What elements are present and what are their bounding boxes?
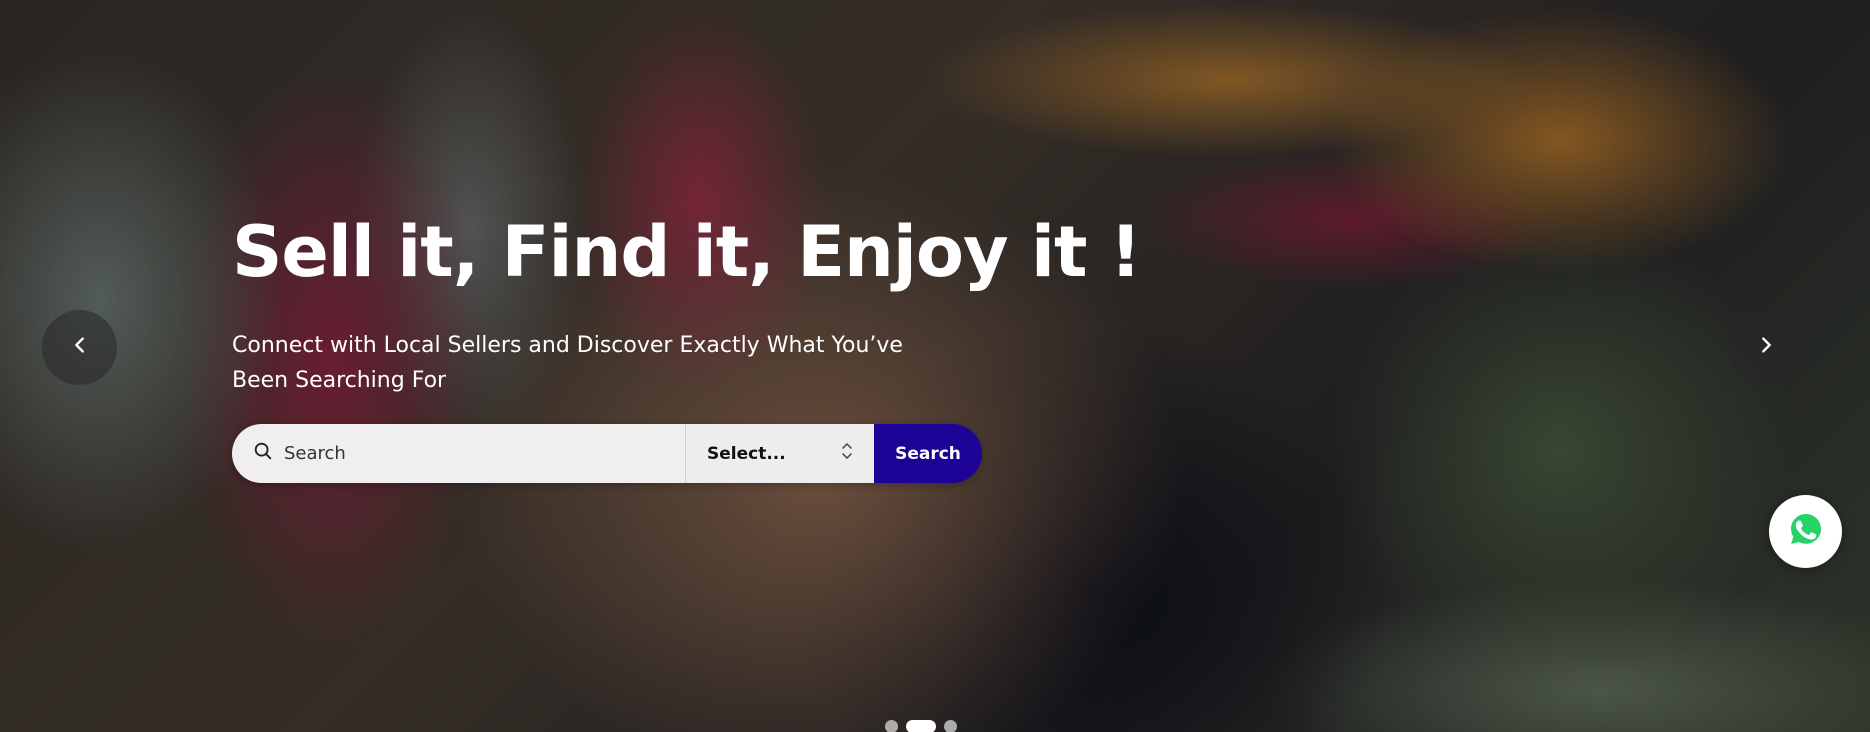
category-select[interactable]: Select... xyxy=(686,424,874,483)
search-bar: Select... Search xyxy=(232,424,982,483)
chevron-left-icon xyxy=(69,334,91,361)
carousel-prev-button[interactable] xyxy=(42,310,117,385)
carousel-indicators xyxy=(885,720,957,732)
chevron-right-icon xyxy=(1755,334,1777,361)
carousel-dot[interactable] xyxy=(944,720,957,732)
hero-banner: Sell it, Find it, Enjoy it ! Connect wit… xyxy=(0,0,1870,732)
search-input[interactable] xyxy=(284,443,644,464)
carousel-dot-active[interactable] xyxy=(906,720,936,732)
whatsapp-button[interactable] xyxy=(1769,495,1842,568)
carousel-next-button[interactable] xyxy=(1728,310,1803,385)
search-icon xyxy=(252,440,274,467)
carousel-dot[interactable] xyxy=(885,720,898,732)
whatsapp-icon xyxy=(1788,511,1824,552)
search-button[interactable]: Search xyxy=(874,424,982,483)
hero-headline: Sell it, Find it, Enjoy it ! xyxy=(232,211,1142,293)
chevron-up-down-icon xyxy=(840,440,854,467)
select-value: Select... xyxy=(707,443,786,464)
hero-content: Sell it, Find it, Enjoy it ! Connect wit… xyxy=(232,210,1142,398)
hero-subtitle: Connect with Local Sellers and Discover … xyxy=(232,333,903,393)
search-field[interactable] xyxy=(232,424,686,483)
